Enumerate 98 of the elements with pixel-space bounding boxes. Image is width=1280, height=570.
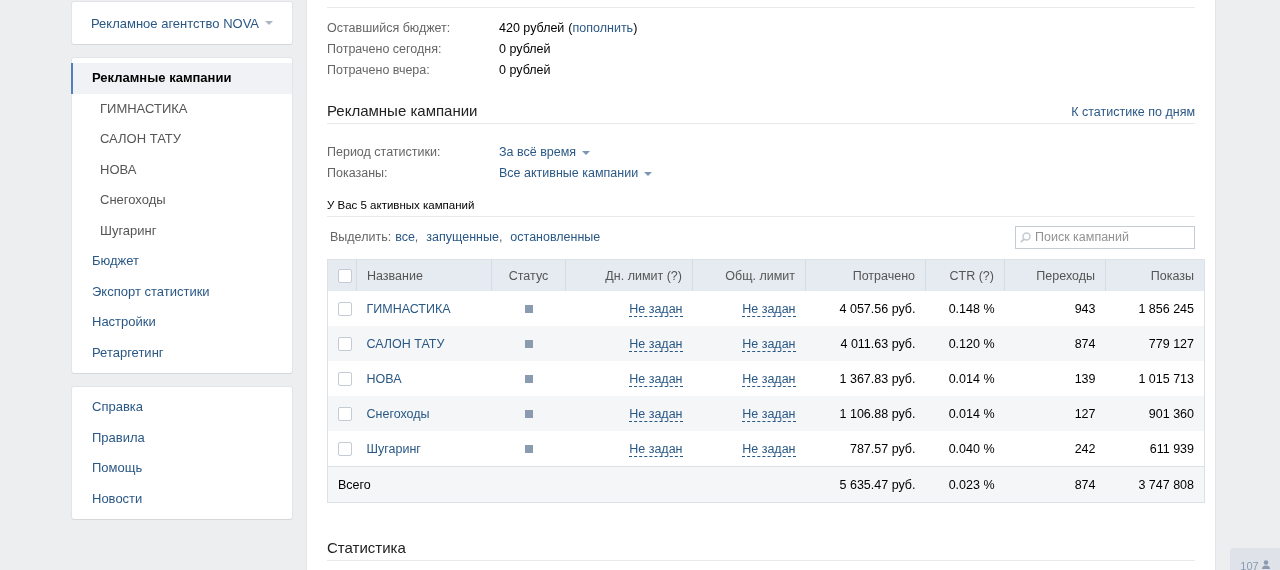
sidebar-subitem[interactable]: Шугаринг: [71, 215, 292, 246]
filter-label: Период статистики:: [327, 144, 442, 161]
limit-link[interactable]: Не задан: [629, 336, 683, 352]
status-icon[interactable]: [524, 340, 533, 349]
table-cell: 611 939: [1105, 431, 1205, 467]
column-header[interactable]: Потрачено: [805, 259, 926, 291]
budget-value: 0 рублей: [499, 41, 551, 58]
sidebar-link[interactable]: Помощь: [71, 453, 292, 484]
column-header[interactable]: Название: [356, 259, 492, 291]
table-cell: 5 635.47 руб.: [805, 466, 926, 503]
table-cell: 4 011.63 руб.: [805, 326, 926, 361]
table-cell: 4 057.56 руб.: [805, 291, 926, 326]
budget-value: 0 рублей: [499, 62, 551, 79]
sidebar-item[interactable]: Экспорт статистики: [71, 276, 292, 307]
search-icon: [1020, 231, 1031, 243]
table-cell: 0.120 %: [925, 326, 1005, 361]
daily-stats-link[interactable]: К статистике по дням: [1071, 105, 1195, 119]
top-up-link[interactable]: пополнить: [572, 18, 634, 39]
caret-icon: [265, 21, 273, 25]
section-title: Статистика: [327, 539, 406, 556]
sidebar-subitem[interactable]: ГИМНАСТИКА: [71, 93, 292, 124]
sidebar-item[interactable]: Бюджет: [71, 246, 292, 277]
column-header[interactable]: Статус: [491, 259, 566, 291]
caret-icon: [582, 150, 591, 155]
column-header[interactable]: CTR (?): [925, 259, 1005, 291]
select-label: Выделить:: [330, 230, 392, 244]
table-cell: 779 127: [1105, 326, 1205, 361]
row-checkbox[interactable]: [338, 336, 352, 351]
row-checkbox[interactable]: [338, 371, 352, 386]
row-checkbox[interactable]: [338, 441, 352, 456]
table-cell: 943: [1004, 291, 1106, 326]
select-link[interactable]: все: [395, 230, 415, 244]
sidebar-item[interactable]: Рекламные кампании: [71, 63, 292, 94]
table-cell: 1 367.83 руб.: [805, 361, 926, 396]
campaign-count: У Вас 5 активных кампаний: [327, 195, 1195, 217]
campaign-link[interactable]: НОВА: [366, 371, 402, 386]
status-icon[interactable]: [524, 375, 533, 384]
filter-label: Показаны:: [327, 165, 389, 182]
sidebar-link[interactable]: Справка: [71, 392, 292, 423]
sidebar-link[interactable]: Новости: [71, 483, 292, 514]
table-cell: 3 747 808: [1105, 466, 1205, 503]
limit-link[interactable]: Не задан: [629, 301, 683, 317]
column-header[interactable]: Переходы: [1004, 259, 1106, 291]
limit-link[interactable]: Не задан: [629, 371, 683, 387]
section-title: Рекламные кампании: [327, 102, 478, 119]
table-cell: 787.57 руб.: [805, 431, 926, 467]
table-cell: 901 360: [1105, 396, 1205, 431]
table-cell: 139: [1004, 361, 1106, 396]
limit-link[interactable]: Не задан: [742, 441, 796, 457]
table-cell: 874: [1004, 466, 1106, 503]
limit-link[interactable]: Не задан: [742, 301, 796, 317]
row-checkbox[interactable]: [338, 301, 352, 316]
budget-value: 420 рублей: [499, 20, 565, 37]
budget-label: Оставшийся бюджет:: [327, 20, 452, 37]
sidebar-item[interactable]: Настройки: [71, 307, 292, 338]
table-cell: 1 106.88 руб.: [805, 396, 926, 431]
filter-dropdown[interactable]: За всё время: [499, 142, 591, 163]
table-cell: Всего: [327, 466, 806, 503]
table-cell: 0.014 %: [925, 361, 1005, 396]
sidebar-subitem[interactable]: НОВА: [71, 154, 292, 185]
table-cell: 874: [1004, 326, 1106, 361]
table-cell: 242: [1004, 431, 1106, 467]
status-icon[interactable]: [524, 445, 533, 454]
comma-text: ,: [498, 230, 503, 244]
sidebar-link[interactable]: Правила: [71, 422, 292, 453]
table-cell: 127: [1004, 396, 1106, 431]
table-cell: 0.014 %: [925, 396, 1005, 431]
status-icon[interactable]: [524, 410, 533, 419]
table-cell: 0.023 %: [925, 466, 1005, 503]
column-header[interactable]: Общ. лимит: [692, 259, 806, 291]
limit-link[interactable]: Не задан: [629, 406, 683, 422]
table-cell: 0.040 %: [925, 431, 1005, 467]
campaign-link[interactable]: Шугаринг: [366, 441, 421, 456]
search-field[interactable]: Поиск кампаний: [1015, 225, 1195, 249]
status-icon[interactable]: [524, 305, 533, 314]
filter-dropdown[interactable]: Все активные кампании: [499, 163, 653, 184]
caret-icon: [644, 171, 653, 176]
person-icon: [1261, 560, 1270, 569]
campaign-link[interactable]: ГИМНАСТИКА: [366, 301, 451, 316]
table-cell: 1 856 245: [1105, 291, 1205, 326]
sidebar-subitem[interactable]: Снегоходы: [71, 185, 292, 216]
sidebar-item[interactable]: Ретаргетинг: [71, 337, 292, 368]
row-checkbox[interactable]: [338, 406, 352, 421]
sidebar-subitem[interactable]: САЛОН ТАТУ: [71, 124, 292, 155]
budget-label: Потрачено сегодня:: [327, 41, 443, 58]
table-cell: 1 015 713: [1105, 361, 1205, 396]
comma-text: ,: [414, 230, 419, 244]
select-all-checkbox[interactable]: [338, 268, 352, 283]
paren-text: ): [633, 20, 638, 37]
paren-text: (: [568, 20, 573, 37]
column-header[interactable]: Показы: [1105, 259, 1205, 291]
select-link[interactable]: остановленные: [510, 230, 601, 244]
table-cell: 0.148 %: [925, 291, 1005, 326]
limit-link[interactable]: Не задан: [742, 371, 796, 387]
column-header[interactable]: Дн. лимит (?): [565, 259, 693, 291]
limit-link[interactable]: Не задан: [629, 441, 683, 457]
select-link[interactable]: запущенные: [426, 230, 499, 244]
budget-label: Потрачено вчера:: [327, 62, 431, 79]
